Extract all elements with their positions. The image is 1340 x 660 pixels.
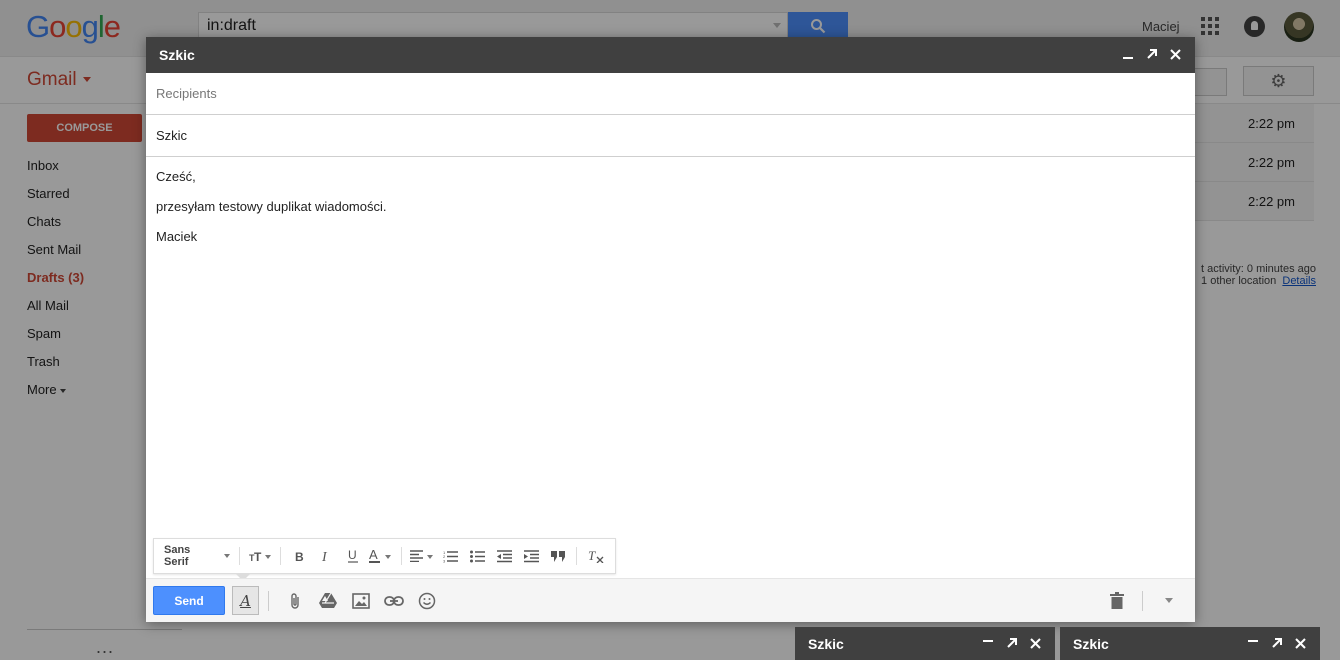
align-icon[interactable] bbox=[407, 544, 437, 568]
text-color-icon[interactable]: A bbox=[367, 544, 397, 568]
insert-photo-icon[interactable] bbox=[344, 586, 377, 615]
numbered-list-icon[interactable]: 123 bbox=[437, 544, 464, 568]
toolbar-divider bbox=[401, 547, 403, 565]
minimized-draft[interactable]: Szkic bbox=[795, 627, 1055, 660]
pop-out-icon[interactable] bbox=[1144, 45, 1159, 63]
insert-emoji-icon[interactable] bbox=[410, 586, 443, 615]
minimize-icon[interactable] bbox=[1120, 45, 1135, 63]
underline-icon[interactable]: U bbox=[340, 544, 367, 568]
font-family-label: Sans Serif bbox=[164, 544, 191, 568]
footer-right-actions bbox=[1100, 586, 1185, 615]
minimized-draft[interactable]: Szkic bbox=[1060, 627, 1320, 660]
send-button[interactable]: Send bbox=[153, 586, 225, 615]
recipients-field[interactable]: Recipients bbox=[146, 73, 1195, 115]
message-body[interactable]: Cześć, przesyłam testowy duplikat wiadom… bbox=[146, 157, 1195, 271]
italic-icon[interactable]: I bbox=[313, 544, 340, 568]
formatting-toolbar: Sans Serif TT B I U A 123 T bbox=[153, 538, 616, 574]
compose-footer: Send A bbox=[146, 578, 1195, 622]
compose-dialog: Szkic Recipients Szkic Cześć, przesyłam … bbox=[146, 37, 1195, 622]
pop-out-icon[interactable] bbox=[1004, 634, 1019, 652]
minimized-draft-title: Szkic bbox=[808, 636, 844, 652]
indent-more-icon[interactable] bbox=[518, 544, 545, 568]
quote-icon[interactable] bbox=[544, 544, 571, 568]
body-line: Cześć, bbox=[156, 169, 196, 184]
pop-out-icon[interactable] bbox=[1269, 634, 1284, 652]
footer-divider bbox=[1142, 590, 1143, 611]
svg-text:A: A bbox=[369, 549, 378, 562]
toolbar-divider bbox=[239, 547, 241, 565]
minimize-icon[interactable] bbox=[980, 634, 995, 652]
svg-text:I: I bbox=[321, 550, 328, 562]
font-size-icon[interactable]: TT bbox=[245, 544, 275, 568]
svg-text:U: U bbox=[348, 549, 357, 562]
formatting-options-button[interactable]: A bbox=[232, 586, 259, 615]
close-icon[interactable] bbox=[1028, 634, 1043, 652]
remove-formatting-icon[interactable]: T bbox=[582, 544, 609, 568]
compose-title: Szkic bbox=[159, 47, 195, 63]
close-icon[interactable] bbox=[1293, 634, 1308, 652]
svg-text:T: T bbox=[254, 550, 262, 562]
discard-draft-icon[interactable] bbox=[1100, 586, 1133, 615]
body-line: Maciek bbox=[156, 229, 198, 244]
body-line: przesyłam testowy duplikat wiadomości. bbox=[156, 199, 387, 214]
bulleted-list-icon[interactable] bbox=[464, 544, 491, 568]
formatting-icon: A bbox=[240, 591, 251, 610]
subject-field[interactable]: Szkic bbox=[146, 115, 1195, 157]
svg-text:T: T bbox=[588, 549, 596, 563]
compose-window-controls bbox=[1120, 45, 1183, 63]
compose-header[interactable]: Szkic bbox=[146, 37, 1195, 73]
insert-link-icon[interactable] bbox=[377, 586, 410, 615]
bold-icon[interactable]: B bbox=[286, 544, 313, 568]
svg-text:3: 3 bbox=[443, 558, 446, 563]
minimized-draft-controls bbox=[1245, 634, 1308, 652]
indent-less-icon[interactable] bbox=[491, 544, 518, 568]
minimize-icon[interactable] bbox=[1245, 634, 1260, 652]
footer-divider bbox=[268, 590, 269, 611]
toolbar-divider bbox=[576, 547, 578, 565]
google-drive-icon[interactable] bbox=[311, 586, 344, 615]
attach-files-icon[interactable] bbox=[278, 586, 311, 615]
minimized-draft-controls bbox=[980, 634, 1043, 652]
more-options-caret-icon[interactable] bbox=[1152, 586, 1185, 615]
close-icon[interactable] bbox=[1168, 45, 1183, 63]
caret-down-icon bbox=[224, 554, 231, 558]
font-family-select[interactable]: Sans Serif bbox=[160, 544, 234, 568]
minimized-draft-title: Szkic bbox=[1073, 636, 1109, 652]
toolbar-divider bbox=[280, 547, 282, 565]
svg-text:B: B bbox=[295, 550, 304, 562]
